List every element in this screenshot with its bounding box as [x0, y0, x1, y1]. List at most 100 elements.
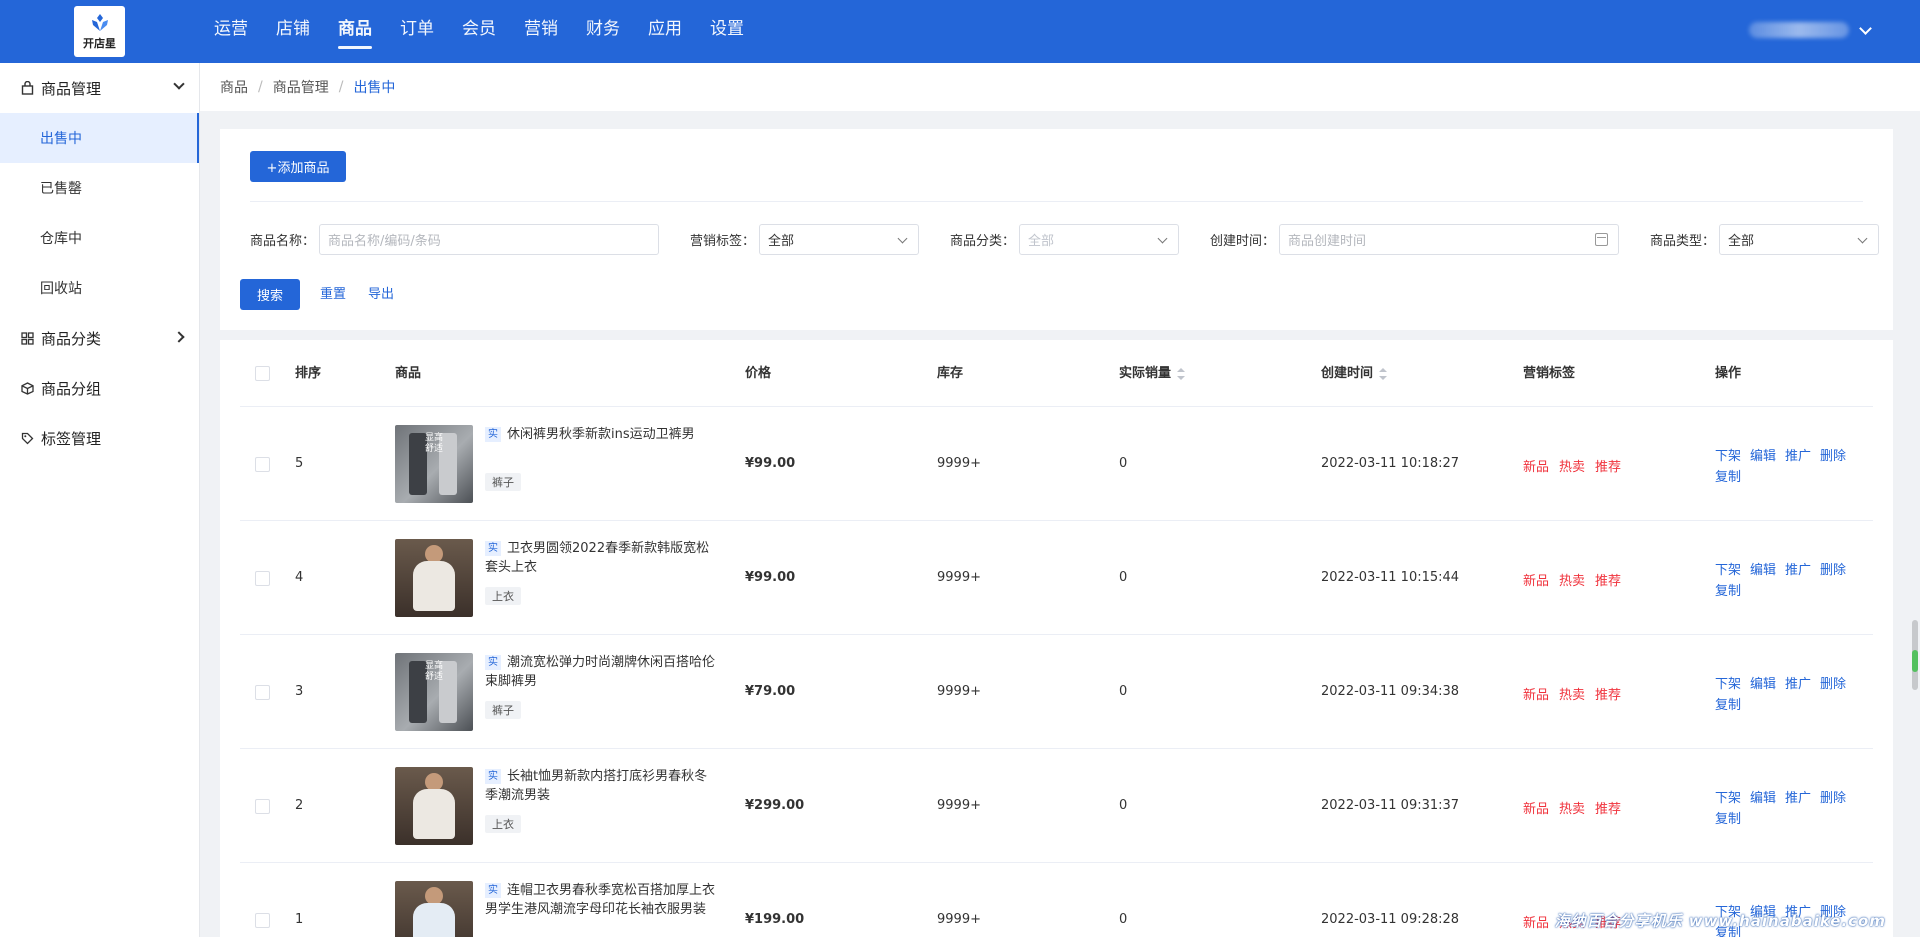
promote-button[interactable]: 推广 — [1785, 449, 1811, 464]
row-checkbox[interactable] — [255, 685, 270, 700]
filter-panel: +添加商品 商品名称： 商品名称/编码/条码 营销标签： 全部 商品分类： 全部… — [220, 129, 1893, 330]
add-product-button[interactable]: +添加商品 — [250, 151, 346, 182]
sidebar-item-sold-out[interactable]: 已售罄 — [0, 163, 199, 213]
tag-new: 新品 — [1523, 574, 1550, 589]
delete-button[interactable]: 删除 — [1820, 563, 1846, 578]
sort-icon[interactable] — [1379, 367, 1388, 380]
sidebar-group-category[interactable]: 商品分类 — [0, 313, 199, 363]
edit-button[interactable]: 编辑 — [1750, 563, 1776, 578]
divider — [250, 201, 1863, 202]
row-tags: 新品 热卖 推荐 — [1523, 570, 1631, 589]
chevron-down-icon — [1859, 21, 1872, 35]
copy-button[interactable]: 复制 — [1715, 580, 1741, 599]
row-ops: 下架 编辑 推广 删除 — [1715, 673, 1855, 692]
nav-item-finance[interactable]: 财务 — [572, 0, 634, 63]
brand-logo[interactable]: 开店星 — [74, 6, 125, 57]
product-thumbnail[interactable]: 显高 舒适 — [395, 425, 473, 503]
nav-item-orders[interactable]: 订单 — [386, 0, 448, 63]
product-name[interactable]: 实卫衣男圆领2022春季新款韩版宽松套头上衣 — [485, 539, 715, 577]
nav-item-goods[interactable]: 商品 — [324, 0, 386, 63]
product-type-select[interactable]: 全部 — [1719, 224, 1880, 255]
promote-button[interactable]: 推广 — [1785, 563, 1811, 578]
product-thumbnail[interactable] — [395, 539, 473, 617]
delete-button[interactable]: 删除 — [1820, 449, 1846, 464]
sort-icon[interactable] — [1177, 367, 1186, 380]
offline-button[interactable]: 下架 — [1715, 791, 1741, 806]
sidebar-group-groups[interactable]: 商品分组 — [0, 363, 199, 413]
copy-button[interactable]: 复制 — [1715, 808, 1741, 827]
promote-button[interactable]: 推广 — [1785, 791, 1811, 806]
row-checkbox[interactable] — [255, 571, 270, 586]
date-placeholder: 商品创建时间 — [1288, 234, 1367, 249]
product-thumbnail[interactable]: 显高 舒适 — [395, 653, 473, 731]
nav-item-settings[interactable]: 设置 — [696, 0, 758, 63]
offline-button[interactable]: 下架 — [1715, 677, 1741, 692]
nav-item-apps[interactable]: 应用 — [634, 0, 696, 63]
real-badge: 实 — [485, 541, 501, 556]
product-name[interactable]: 实休闲裤男秋季新款ins运动卫裤男 — [485, 425, 715, 444]
sidebar-item-recycle-bin[interactable]: 回收站 — [0, 263, 199, 313]
row-ops: 下架 编辑 推广 删除 — [1715, 559, 1855, 578]
edit-button[interactable]: 编辑 — [1750, 791, 1776, 806]
header-created[interactable]: 创建时间 — [1321, 340, 1388, 407]
copy-button[interactable]: 复制 — [1715, 466, 1741, 485]
real-badge: 实 — [485, 883, 501, 898]
product-thumbnail[interactable] — [395, 767, 473, 845]
nav-item-operations[interactable]: 运营 — [200, 0, 262, 63]
row-checkbox[interactable] — [255, 799, 270, 814]
category-select[interactable]: 全部 — [1019, 224, 1180, 255]
row-stock: 9999+ — [937, 570, 981, 585]
row-price: ¥99.00 — [745, 570, 796, 585]
reset-button[interactable]: 重置 — [320, 279, 346, 310]
product-name[interactable]: 实潮流宽松弹力时尚潮牌休闲百搭哈伦束脚裤男 — [485, 653, 715, 691]
offline-button[interactable]: 下架 — [1715, 563, 1741, 578]
tag-recommend: 推荐 — [1595, 460, 1622, 475]
tag-hot: 热卖 — [1559, 802, 1586, 817]
row-stock: 9999+ — [937, 912, 981, 927]
filter-label: 营销标签： — [690, 234, 756, 249]
search-button[interactable]: 搜索 — [240, 279, 300, 310]
row-stock: 9999+ — [937, 456, 981, 471]
header-price: 价格 — [745, 366, 772, 381]
breadcrumb-item-goods-management[interactable]: 商品管理 — [273, 77, 329, 97]
delete-button[interactable]: 删除 — [1820, 677, 1846, 692]
promote-button[interactable]: 推广 — [1785, 677, 1811, 692]
copy-button[interactable]: 复制 — [1715, 694, 1741, 713]
nav-item-marketing[interactable]: 营销 — [510, 0, 572, 63]
header-sales[interactable]: 实际销量 — [1119, 340, 1186, 407]
nav-item-members[interactable]: 会员 — [448, 0, 510, 63]
nav-item-store[interactable]: 店铺 — [262, 0, 324, 63]
brand-name: 开店星 — [83, 36, 116, 50]
edit-button[interactable]: 编辑 — [1750, 449, 1776, 464]
select-all-checkbox[interactable] — [255, 366, 270, 381]
chevron-right-icon — [173, 331, 185, 343]
product-thumbnail[interactable] — [395, 881, 473, 937]
row-created: 2022-03-11 09:34:38 — [1321, 684, 1460, 699]
delete-button[interactable]: 删除 — [1820, 791, 1846, 806]
filter-label: 商品类型： — [1650, 234, 1716, 249]
edit-button[interactable]: 编辑 — [1750, 677, 1776, 692]
export-button[interactable]: 导出 — [368, 279, 394, 310]
row-checkbox[interactable] — [255, 457, 270, 472]
thumbnail-caption: 显高 舒适 — [425, 661, 444, 682]
header-product: 商品 — [395, 366, 422, 381]
table-row: 3 显高 舒适 实潮流宽松弹力时尚潮牌休闲百搭哈伦束脚裤男 裤子 ¥79.00 … — [240, 635, 1873, 749]
product-name-input[interactable]: 商品名称/编码/条码 — [319, 224, 660, 255]
sidebar-item-on-sale[interactable]: 出售中 — [0, 113, 199, 163]
product-name-text: 长袖t恤男新款内搭打底衫男春秋冬季潮流男装 — [485, 769, 708, 803]
product-name[interactable]: 实连帽卫衣男春秋季宽松百搭加厚上衣男学生港风潮流字母印花长袖衣服男装 — [485, 881, 715, 919]
offline-button[interactable]: 下架 — [1715, 449, 1741, 464]
user-menu[interactable] — [1749, 21, 1872, 38]
created-time-picker[interactable]: 商品创建时间 — [1279, 224, 1620, 255]
filter-created-time: 创建时间： 商品创建时间 — [1210, 224, 1620, 255]
bag-icon — [20, 81, 34, 95]
table-header: 排序 商品 价格 库存 实际销量 创建时间 营销标签 操作 — [240, 340, 1873, 407]
sidebar-group-goods-management[interactable]: 商品管理 — [0, 63, 199, 113]
breadcrumb-item-goods[interactable]: 商品 — [220, 77, 248, 97]
marketing-tag-select[interactable]: 全部 — [759, 224, 920, 255]
header-sort: 排序 — [295, 366, 322, 381]
product-name[interactable]: 实长袖t恤男新款内搭打底衫男春秋冬季潮流男装 — [485, 767, 715, 805]
sidebar-group-tags[interactable]: 标签管理 — [0, 413, 199, 463]
row-checkbox[interactable] — [255, 913, 270, 928]
sidebar-item-warehouse[interactable]: 仓库中 — [0, 213, 199, 263]
